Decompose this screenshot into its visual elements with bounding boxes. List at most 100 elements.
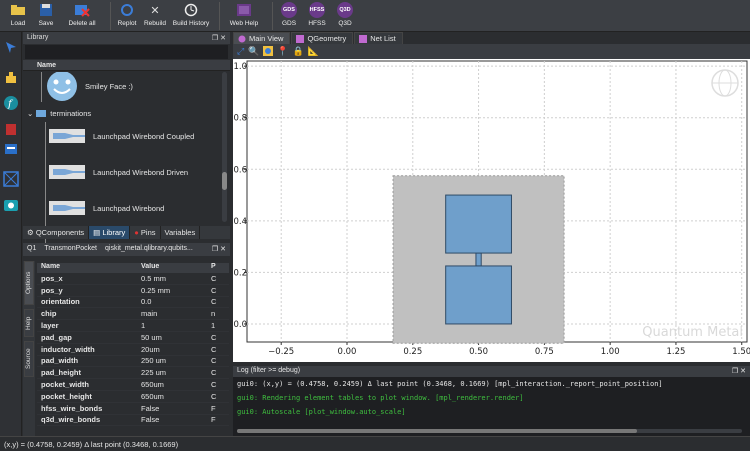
build-history-button[interactable]: Build History (171, 0, 211, 32)
arrow-tool-icon[interactable] (2, 38, 20, 56)
option-value[interactable]: 650um (141, 392, 211, 401)
log-line: gui0: Rendering element tables to plot w… (237, 394, 524, 402)
ruler-icon[interactable]: 📐 (308, 46, 319, 57)
table-row[interactable]: hfss_wire_bonds False F (37, 403, 229, 415)
option-value[interactable]: 20um (141, 345, 211, 354)
x-tick-label: 0.50 (469, 347, 488, 357)
tab-qcomponents[interactable]: ⚙ QComponents (23, 226, 90, 239)
panel-float-close-icons[interactable]: ❐ ✕ (212, 245, 226, 254)
option-value[interactable]: False (141, 415, 211, 424)
plot-canvas[interactable]: −0.25 0.00 0.25 0.50 0.75 1.00 1.25 1.50 0.0 0.2 0… (233, 59, 750, 362)
panel-float-close-icons[interactable]: ❐ ✕ (732, 367, 746, 376)
autoscale-icon[interactable] (263, 45, 274, 58)
table-row[interactable]: pad_gap 50 um C (37, 332, 229, 344)
table-row[interactable]: pad_width 250 um C (37, 356, 229, 368)
option-parsed: 1 (211, 321, 216, 331)
library-search-field[interactable] (25, 45, 228, 59)
option-value[interactable]: 0.25 mm (141, 286, 211, 295)
lock-icon[interactable]: 🔒 (293, 46, 304, 57)
tab-main-view[interactable]: Main View (233, 32, 291, 44)
y-tick-label: 0.4 (234, 217, 248, 227)
option-value[interactable]: False (141, 404, 211, 413)
gds-label: GDS (281, 20, 297, 27)
tab-qgeometry[interactable]: QGeometry (291, 32, 354, 44)
save-button[interactable]: Save (34, 0, 58, 32)
library-scrollbar[interactable] (222, 72, 227, 222)
tab-net-list[interactable]: Net List (354, 32, 403, 44)
table-row[interactable]: pos_x 0.5 mm C (37, 273, 229, 285)
library-book-icon[interactable] (2, 120, 20, 138)
scrollbar-thumb[interactable] (237, 429, 637, 433)
option-value[interactable]: 225 um (141, 368, 211, 377)
fit-view-icon[interactable] (2, 170, 20, 188)
q3d-icon: Q3D (337, 2, 353, 18)
pan-icon[interactable]: ⤢ (237, 46, 244, 57)
log-line: gui0: (x,y) = (0.4758, 0.2459) Δ last po… (237, 380, 663, 388)
option-value[interactable]: 650um (141, 380, 211, 389)
gds-button[interactable]: GDS GDS (277, 0, 301, 32)
option-parsed: C (211, 297, 217, 307)
options-panel-title: Q1 TransmonPocket qiskit_metal.qlibrary.… (23, 243, 230, 256)
layout-plot[interactable]: −0.25 0.00 0.25 0.50 0.75 1.00 1.25 1.50 0.0 0.2 0… (233, 59, 750, 362)
log-horizontal-scrollbar[interactable] (237, 429, 742, 433)
table-row[interactable]: pocket_width 650um C (37, 379, 229, 391)
load-button[interactable]: Load (6, 0, 30, 32)
zoom-icon[interactable]: 🔍 (248, 46, 259, 57)
table-row[interactable]: inductor_width 20um C (37, 344, 229, 356)
q3d-button[interactable]: Q3D Q3D (333, 0, 357, 32)
vtab-options[interactable]: Options (24, 261, 34, 305)
option-value[interactable]: 50 um (141, 333, 211, 342)
option-value[interactable]: 0.5 mm (141, 274, 211, 283)
replot-button[interactable]: Replot (115, 0, 139, 32)
table-row[interactable]: layer 1 1 (37, 320, 229, 332)
screenshot-icon[interactable] (2, 196, 20, 214)
option-name: pad_gap (41, 332, 72, 342)
tab-variables[interactable]: Variables (161, 226, 201, 239)
tab-pins[interactable]: ● Pins (130, 226, 161, 239)
hfss-button[interactable]: HFSS HFSS (305, 0, 329, 32)
library-item-label: Launchpad Wirebond (93, 203, 165, 213)
table-row[interactable]: pad_height 225 um C (37, 367, 229, 380)
library-item-launchpad[interactable]: Launchpad Wirebond (49, 196, 230, 220)
library-column-header: Name (23, 60, 230, 71)
net-list-icon (359, 34, 368, 43)
option-parsed: C (211, 391, 217, 401)
library-item-smiley-face[interactable]: Smiley Face :) (45, 72, 230, 101)
save-label: Save (38, 20, 54, 27)
vtab-help[interactable]: Help (24, 309, 34, 337)
table-row[interactable]: q3d_wire_bonds False F (37, 415, 229, 427)
library-item-launchpad-coupled[interactable]: Launchpad Wirebond Coupled (49, 124, 230, 148)
option-value[interactable]: 0.0 (141, 297, 211, 306)
replot-icon (118, 2, 136, 18)
left-dock-tabs: ⚙ QComponents ▤ Library ● Pins Variables (23, 226, 230, 239)
tab-label: QComponents (35, 228, 85, 237)
qgeometry-icon (296, 34, 305, 43)
panel-float-close-icons[interactable]: ❐ ✕ (212, 34, 226, 42)
table-row[interactable]: pos_y 0.25 mm C (37, 285, 229, 297)
option-value[interactable]: 1 (141, 321, 211, 330)
scrollbar-thumb[interactable] (222, 172, 227, 190)
table-row[interactable]: chip main n (37, 308, 229, 321)
function-icon[interactable]: f (2, 94, 20, 112)
option-parsed: C (211, 344, 217, 354)
library-item-launchpad-driven[interactable]: Launchpad Wirebond Driven (49, 160, 230, 184)
delete-all-button[interactable]: Delete all (62, 0, 102, 32)
table-row[interactable]: pocket_height 650um C (37, 391, 229, 403)
thumbs-up-icon[interactable] (2, 68, 20, 86)
web-help-button[interactable]: Web Help (224, 0, 264, 32)
option-parsed: F (211, 403, 216, 413)
option-value[interactable]: main (141, 309, 211, 318)
web-help-icon (235, 2, 253, 18)
option-name: q3d_wire_bonds (41, 415, 101, 425)
rebuild-button[interactable]: ✕ Rebuild (143, 0, 167, 32)
option-value[interactable]: 250 um (141, 356, 211, 365)
library-folder-terminations[interactable]: ⌄ terminations (27, 106, 222, 120)
option-name: pocket_height (41, 391, 92, 401)
library-panel: Library ❐ ✕ Name Smiley Face :) ⌄ termin… (23, 32, 230, 258)
pin-icon[interactable]: 📍 (277, 46, 288, 57)
vtab-source[interactable]: Source (24, 341, 34, 377)
log-icon[interactable] (2, 140, 20, 158)
tab-library[interactable]: ▤ Library (89, 226, 131, 239)
replot-label: Replot (117, 20, 137, 27)
table-row[interactable]: orientation 0.0 C (37, 297, 229, 309)
